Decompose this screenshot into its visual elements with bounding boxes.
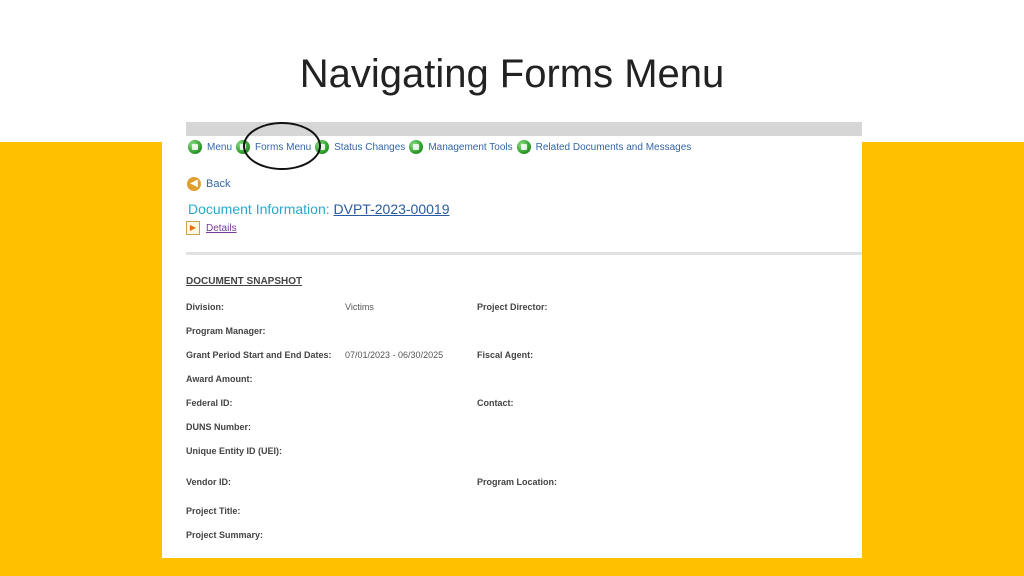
project-title-field: Project Title:	[186, 506, 240, 516]
program-location-field: Program Location:	[477, 477, 557, 487]
fiscal-agent-field: Fiscal Agent:	[477, 350, 533, 360]
project-summary-label: Project Summary:	[186, 530, 264, 540]
document-id-link[interactable]: DVPT-2023-00019	[334, 201, 450, 217]
nav-management-tools[interactable]: Management Tools	[409, 140, 513, 154]
nav-menu[interactable]: Menu	[188, 140, 232, 154]
grant-period-value: 07/01/2023 - 06/30/2025	[345, 350, 444, 360]
menu-icon	[188, 140, 202, 154]
back-label: Back	[206, 178, 231, 190]
document-info-prefix: Document Information:	[188, 201, 334, 217]
document-information: Document Information: DVPT-2023-00019	[188, 201, 449, 217]
messages-icon	[516, 140, 531, 154]
nav-status-changes[interactable]: Status Changes	[315, 140, 405, 154]
details-link[interactable]: Details	[206, 223, 237, 234]
project-director-field: Project Director:	[477, 302, 548, 312]
federal-id-field: Federal ID:	[186, 398, 233, 408]
project-director-label: Project Director:	[477, 302, 548, 312]
division-field: Division:	[186, 302, 224, 312]
federal-id-label: Federal ID:	[186, 398, 233, 408]
grant-period-field: Grant Period Start and End Dates:	[186, 350, 332, 360]
vendor-id-field: Vendor ID:	[186, 477, 231, 487]
nav-menu-label: Menu	[207, 141, 233, 153]
section-divider	[186, 252, 862, 255]
nav-status-changes-label: Status Changes	[334, 141, 406, 153]
slide-title: Navigating Forms Menu	[299, 52, 725, 96]
nav-related-documents-label: Related Documents and Messages	[535, 141, 692, 153]
uei-label: Unique Entity ID (UEI):	[186, 446, 282, 456]
duns-field: DUNS Number:	[186, 422, 251, 432]
project-title-label: Project Title:	[186, 506, 241, 516]
project-summary-field: Project Summary:	[186, 530, 263, 540]
fiscal-agent-label: Fiscal Agent:	[477, 350, 534, 360]
award-amount-label: Award Amount:	[186, 374, 253, 384]
uei-field: Unique Entity ID (UEI):	[186, 446, 282, 456]
duns-label: DUNS Number:	[186, 422, 252, 432]
expand-arrow-icon: ▶	[186, 221, 200, 235]
division-label: Division:	[186, 302, 225, 312]
division-value: Victims	[345, 302, 374, 312]
nav-related-documents[interactable]: Related Documents and Messages	[516, 140, 692, 154]
app-screenshot: Menu Forms Menu Status Changes Managemen…	[162, 122, 862, 558]
highlight-circle	[243, 122, 321, 170]
award-amount-field: Award Amount:	[186, 374, 253, 384]
program-location-label: Program Location:	[477, 477, 558, 487]
vendor-id-label: Vendor ID:	[186, 477, 232, 487]
tools-icon	[409, 140, 424, 154]
back-arrow-icon: ◀	[187, 177, 201, 191]
back-link[interactable]: ◀ Back	[187, 177, 230, 191]
grant-period-label: Grant Period Start and End Dates:	[186, 350, 332, 360]
snapshot-title: DOCUMENT SNAPSHOT	[186, 276, 303, 287]
program-manager-field: Program Manager:	[186, 326, 266, 336]
details-toggle[interactable]: ▶ Details	[186, 221, 237, 235]
nav-management-tools-label: Management Tools	[428, 141, 513, 153]
contact-field: Contact:	[477, 398, 514, 408]
program-manager-label: Program Manager:	[186, 326, 266, 336]
contact-label: Contact:	[477, 398, 514, 408]
